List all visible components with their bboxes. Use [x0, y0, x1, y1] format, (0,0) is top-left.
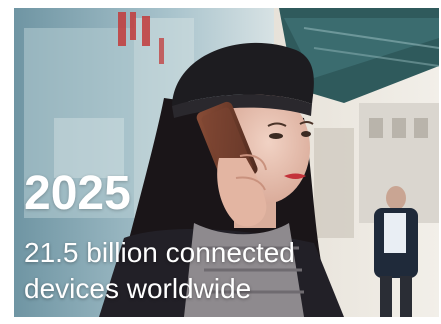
- stat-caption-line-2: devices worldwide: [24, 273, 252, 304]
- stat-caption-line-1: 21.5 billion connected: [24, 237, 295, 268]
- year-headline: 2025: [24, 167, 131, 220]
- stat-caption: 21.5 billion connected devices worldwide: [24, 235, 295, 307]
- hero-banner: 2025 21.5 billion connected devices worl…: [14, 8, 439, 317]
